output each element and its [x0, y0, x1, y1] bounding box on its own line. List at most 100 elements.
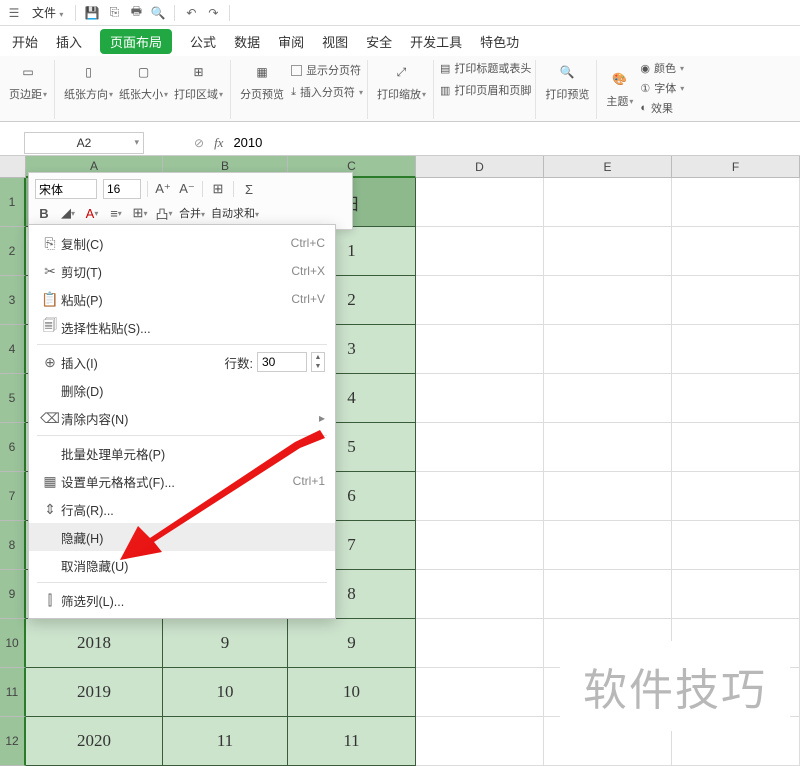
autosum-label[interactable]: 自动求和▾	[211, 205, 259, 221]
tab-page-layout[interactable]: 页面布局	[100, 29, 172, 54]
format-icon[interactable]: 凸▾	[155, 204, 173, 222]
tab-devtools[interactable]: 开发工具	[410, 26, 462, 56]
redo-icon[interactable]: ↷	[203, 3, 223, 23]
cell[interactable]	[416, 178, 544, 227]
cell[interactable]: 2020	[26, 717, 163, 766]
cell[interactable]	[416, 668, 544, 717]
cell[interactable]: 9	[163, 619, 288, 668]
cell[interactable]	[672, 570, 800, 619]
row-header-4[interactable]: 4	[0, 325, 26, 374]
effects-button[interactable]: ◐效果	[640, 100, 684, 116]
cell[interactable]	[416, 717, 544, 766]
cell[interactable]	[416, 521, 544, 570]
undo-icon[interactable]: ↶	[181, 3, 201, 23]
menu-icon[interactable]: ☰	[4, 3, 24, 23]
row-header-1[interactable]: 1	[0, 178, 26, 227]
page-margin-button[interactable]: ▭ 页边距▾	[6, 60, 50, 102]
cell[interactable]	[672, 521, 800, 570]
paper-size-button[interactable]: ▢ 纸张大小▾	[116, 60, 171, 102]
row-header-10[interactable]: 10	[0, 619, 26, 668]
menu-copy[interactable]: ⎘复制(C)Ctrl+C	[29, 229, 335, 257]
align-icon[interactable]: ≡▾	[107, 204, 125, 222]
cell[interactable]	[544, 374, 672, 423]
tab-home[interactable]: 开始	[12, 26, 38, 56]
menu-row-height[interactable]: ⇕行高(R)...	[29, 495, 335, 523]
colors-button[interactable]: ◉颜色▾	[640, 60, 684, 76]
row-count-input[interactable]	[257, 352, 307, 372]
menu-filter[interactable]: ⫿筛选列(L)...	[29, 586, 335, 614]
save-icon[interactable]: 💾	[82, 3, 102, 23]
fill-color-icon[interactable]: ◢▾	[59, 204, 77, 222]
name-box[interactable]: A2 ▾	[24, 132, 144, 154]
print-area-button[interactable]: ⊞ 打印区域▾	[171, 60, 226, 102]
menu-unhide[interactable]: 取消隐藏(U)	[29, 551, 335, 579]
row-header-7[interactable]: 7	[0, 472, 26, 521]
cell[interactable]	[672, 374, 800, 423]
col-header-E[interactable]: E	[544, 156, 672, 178]
border-icon[interactable]: ⊞▾	[131, 204, 149, 222]
cell[interactable]	[544, 570, 672, 619]
menu-batch[interactable]: 批量处理单元格(P)	[29, 439, 335, 467]
font-name-input[interactable]	[35, 179, 97, 199]
tab-features[interactable]: 特色功	[480, 26, 519, 56]
cell[interactable]	[672, 178, 800, 227]
select-all-corner[interactable]	[0, 156, 26, 178]
col-header-F[interactable]: F	[672, 156, 800, 178]
cell[interactable]	[544, 423, 672, 472]
print-titles-button[interactable]: ▤打印标题或表头	[440, 60, 531, 76]
row-header-12[interactable]: 12	[0, 717, 26, 766]
cell[interactable]	[416, 619, 544, 668]
tab-data[interactable]: 数据	[234, 26, 260, 56]
preview-icon[interactable]: 🔍	[148, 3, 168, 23]
cell[interactable]	[544, 472, 672, 521]
cell[interactable]	[544, 521, 672, 570]
cell[interactable]: 10	[288, 668, 416, 717]
menu-hide[interactable]: 隐藏(H)	[29, 523, 335, 551]
tab-formula[interactable]: 公式	[190, 26, 216, 56]
fonts-button[interactable]: ①字体▾	[640, 80, 684, 96]
paper-direction-button[interactable]: ▯ 纸张方向▾	[61, 60, 116, 102]
merge-label[interactable]: 合并▾	[179, 205, 205, 221]
insert-pagebreak-button[interactable]: ⤓插入分页符▾	[291, 84, 363, 100]
row-header-2[interactable]: 2	[0, 227, 26, 276]
cell[interactable]: 11	[163, 717, 288, 766]
menu-delete[interactable]: 删除(D)	[29, 376, 335, 404]
show-pagebreak-checkbox[interactable]: 显示分页符	[291, 62, 363, 78]
cell[interactable]	[544, 325, 672, 374]
header-footer-button[interactable]: ▥打印页眉和页脚	[440, 82, 531, 98]
cell[interactable]: 9	[288, 619, 416, 668]
cell[interactable]	[416, 276, 544, 325]
formula-input[interactable]	[233, 135, 800, 150]
autosum-icon[interactable]: Σ	[240, 180, 258, 198]
menu-format-cells[interactable]: ▦设置单元格格式(F)...Ctrl+1	[29, 467, 335, 495]
cell[interactable]	[672, 472, 800, 521]
cell[interactable]	[672, 227, 800, 276]
decrease-font-icon[interactable]: A⁻	[178, 180, 196, 198]
cell[interactable]	[544, 276, 672, 325]
cell[interactable]	[416, 472, 544, 521]
cell[interactable]	[672, 423, 800, 472]
cell[interactable]	[544, 178, 672, 227]
row-header-9[interactable]: 9	[0, 570, 26, 619]
cell[interactable]	[416, 227, 544, 276]
cell[interactable]	[416, 374, 544, 423]
cell[interactable]: 2019	[26, 668, 163, 717]
increase-font-icon[interactable]: A⁺	[154, 180, 172, 198]
theme-button[interactable]: 🎨 主题▾	[603, 60, 636, 116]
save-as-icon[interactable]: ⎘	[104, 3, 124, 23]
menu-cut[interactable]: ✂剪切(T)Ctrl+X	[29, 257, 335, 285]
cell[interactable]	[416, 570, 544, 619]
cell[interactable]	[672, 276, 800, 325]
menu-paste-special[interactable]: 🗐选择性粘贴(S)...	[29, 313, 335, 341]
row-header-5[interactable]: 5	[0, 374, 26, 423]
col-header-D[interactable]: D	[416, 156, 544, 178]
cell[interactable]	[672, 325, 800, 374]
merge-icon[interactable]: ⊞	[209, 180, 227, 198]
row-header-3[interactable]: 3	[0, 276, 26, 325]
menu-clear[interactable]: ⌫清除内容(N)▸	[29, 404, 335, 432]
bold-icon[interactable]: B	[35, 204, 53, 222]
row-count-stepper[interactable]: ▲▼	[311, 352, 325, 372]
cell[interactable]: 11	[288, 717, 416, 766]
cell[interactable]: 2018	[26, 619, 163, 668]
cell[interactable]: 10	[163, 668, 288, 717]
